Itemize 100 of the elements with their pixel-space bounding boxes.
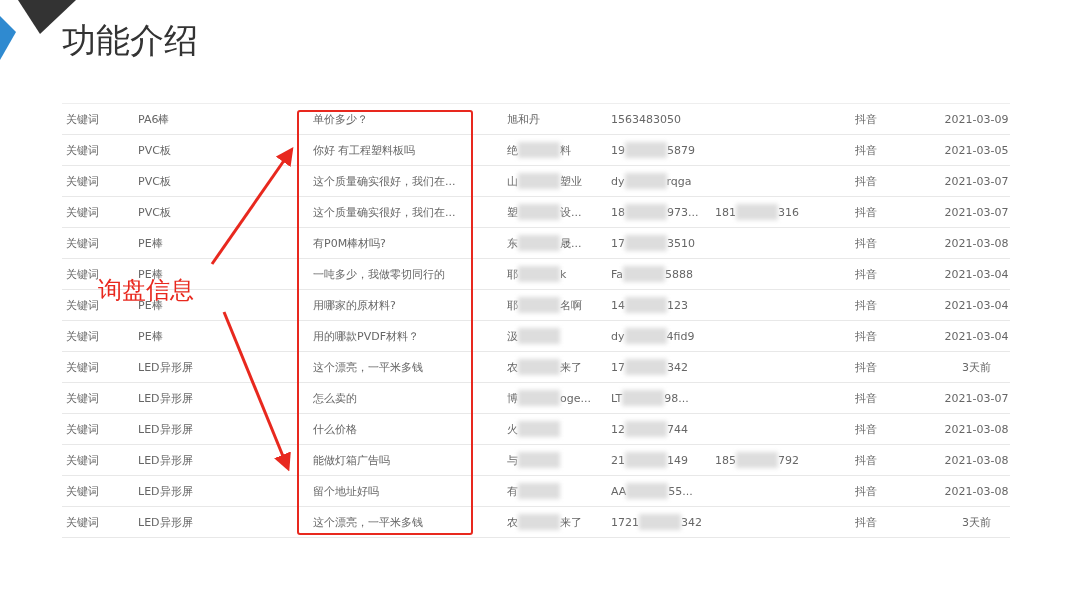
cell-text: 东 bbox=[507, 235, 518, 251]
table-cell: 抖音 bbox=[855, 514, 877, 530]
table-cell: 你好 有工程塑料板吗 bbox=[313, 142, 416, 158]
blur-patch bbox=[625, 204, 667, 220]
table-cell: LED异形屏 bbox=[138, 514, 193, 530]
cell-text: 4fid9 bbox=[666, 329, 695, 343]
cell-text: 有 bbox=[507, 483, 518, 499]
cell-text: 名啊 bbox=[560, 297, 582, 313]
table-cell: 关键词 bbox=[66, 483, 99, 499]
cell-text: 17 bbox=[611, 236, 625, 250]
cell-text: 5888 bbox=[665, 267, 694, 281]
cell-text: 12 bbox=[611, 422, 625, 436]
cell-text: 18 bbox=[611, 205, 625, 219]
table-cell: LED异形屏 bbox=[138, 452, 193, 468]
table-cell: 关键词 bbox=[66, 514, 99, 530]
cell-text: 1721 bbox=[611, 515, 639, 529]
table-cell: 2021-03-08 bbox=[944, 236, 1009, 250]
cell-text: 149 bbox=[667, 453, 688, 467]
blur-patch bbox=[518, 173, 560, 189]
cell-text: 塑业 bbox=[560, 173, 582, 189]
cell-text: 来了 bbox=[560, 359, 582, 375]
cell-text: 792 bbox=[778, 453, 799, 467]
table-cell: 用哪家的原材料? bbox=[313, 297, 396, 313]
table-cell: 单价多少？ bbox=[313, 111, 368, 127]
table-cell: LED异形屏 bbox=[138, 421, 193, 437]
blur-patch bbox=[625, 452, 667, 468]
table-cell: 用的哪款PVDF材料？ bbox=[313, 328, 419, 344]
cell-text: 123 bbox=[667, 298, 688, 312]
cell-text: 火 bbox=[507, 421, 518, 437]
blur-patch bbox=[626, 483, 669, 499]
cell-text: oge... bbox=[560, 391, 591, 405]
cell-text: 博 bbox=[507, 390, 518, 406]
table-cell: 2021-03-04 bbox=[944, 329, 1009, 343]
cell-text: 山 bbox=[507, 173, 518, 189]
table-cell: 怎么卖的 bbox=[313, 390, 357, 406]
table-cell: 2021-03-05 bbox=[944, 143, 1009, 157]
blur-patch bbox=[518, 514, 560, 530]
table-cell: 3天前 bbox=[962, 359, 991, 375]
cell-text: 绝 bbox=[507, 142, 518, 158]
cell-text: k bbox=[560, 267, 567, 281]
table-cell: 抖音 bbox=[855, 173, 877, 189]
cell-text: dy bbox=[611, 329, 625, 343]
table-cell: 这个漂亮，一平米多钱 bbox=[313, 359, 423, 375]
cell-text: dy bbox=[611, 174, 625, 188]
table-cell: LED异形屏 bbox=[138, 390, 193, 406]
table-cell: 这个质量确实很好，我们在... bbox=[313, 204, 456, 220]
cell-text: 316 bbox=[778, 205, 799, 219]
cell-text: 塑 bbox=[507, 204, 518, 220]
table-cell: 什么价格 bbox=[313, 421, 357, 437]
blur-patch bbox=[623, 266, 666, 282]
table-cell: 留个地址好吗 bbox=[313, 483, 379, 499]
table-cell: 关键词 bbox=[66, 173, 99, 189]
table-cell: 抖音 bbox=[855, 142, 877, 158]
cell-text: Fa bbox=[611, 267, 624, 281]
table-cell: 关键词 bbox=[66, 359, 99, 375]
cell-text: 耶 bbox=[507, 297, 518, 313]
cell-text: 晟... bbox=[560, 235, 582, 251]
table-cell: 能做灯箱广告吗 bbox=[313, 452, 390, 468]
table-cell: 抖音 bbox=[855, 266, 877, 282]
table-cell: 这个漂亮，一平米多钱 bbox=[313, 514, 423, 530]
cell-text: LT bbox=[611, 391, 623, 405]
table-cell: 关键词 bbox=[66, 204, 99, 220]
cell-text: 农 bbox=[507, 514, 518, 530]
table-cell: 2021-03-09 bbox=[944, 112, 1009, 126]
table-cell: 2021-03-08 bbox=[944, 422, 1009, 436]
cell-text: 55... bbox=[668, 484, 693, 498]
table-cell: 2021-03-08 bbox=[944, 484, 1009, 498]
blur-patch bbox=[639, 514, 681, 530]
table-cell: 3天前 bbox=[962, 514, 991, 530]
cell-text: 料 bbox=[560, 142, 571, 158]
cell-text: 3510 bbox=[667, 236, 695, 250]
blur-patch bbox=[625, 142, 667, 158]
table-cell: 关键词 bbox=[66, 452, 99, 468]
table-cell: 抖音 bbox=[855, 390, 877, 406]
table-cell: PA6棒 bbox=[138, 111, 170, 127]
cell-text: rqga bbox=[666, 174, 692, 188]
blur-patch bbox=[518, 142, 560, 158]
table-cell: 抖音 bbox=[855, 328, 877, 344]
cell-text: 342 bbox=[681, 515, 702, 529]
table-cell: PVC板 bbox=[138, 204, 171, 220]
table-cell: 2021-03-07 bbox=[944, 391, 1009, 405]
blur-patch bbox=[622, 390, 665, 406]
table-cell: 一吨多少，我做零切同行的 bbox=[313, 266, 445, 282]
cell-text: 185 bbox=[715, 453, 736, 467]
blur-patch bbox=[518, 421, 560, 437]
blur-patch bbox=[518, 452, 560, 468]
table-cell: 关键词 bbox=[66, 421, 99, 437]
blur-patch bbox=[736, 452, 778, 468]
table-cell: 抖音 bbox=[855, 297, 877, 313]
table-cell: PVC板 bbox=[138, 142, 171, 158]
table-cell: 这个质量确实很好，我们在... bbox=[313, 173, 456, 189]
blur-patch bbox=[625, 297, 667, 313]
cell-text: 17 bbox=[611, 360, 625, 374]
cell-text: 973... bbox=[667, 205, 699, 219]
table-cell: 抖音 bbox=[855, 452, 877, 468]
table-cell: 抖音 bbox=[855, 235, 877, 251]
table-cell: 抖音 bbox=[855, 111, 877, 127]
cell-text: 744 bbox=[667, 422, 688, 436]
blur-patch bbox=[518, 204, 560, 220]
table-cell: 关键词 bbox=[66, 390, 99, 406]
